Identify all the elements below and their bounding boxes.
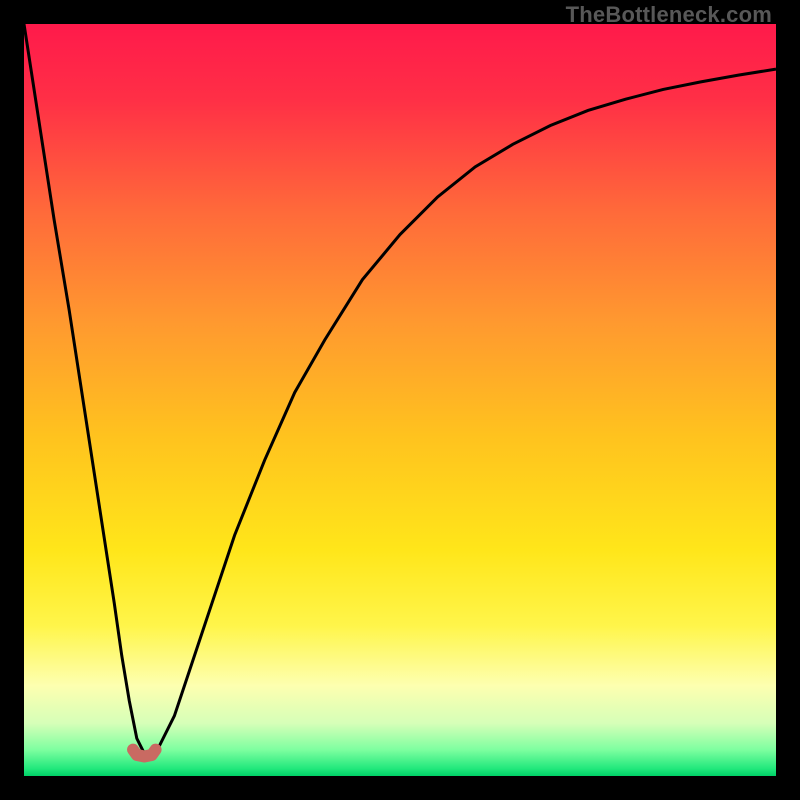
watermark-text: TheBottleneck.com — [566, 2, 772, 28]
minimum-marker — [133, 750, 156, 757]
chart-frame — [24, 24, 776, 776]
gradient-background — [24, 24, 776, 776]
bottleneck-chart — [24, 24, 776, 776]
